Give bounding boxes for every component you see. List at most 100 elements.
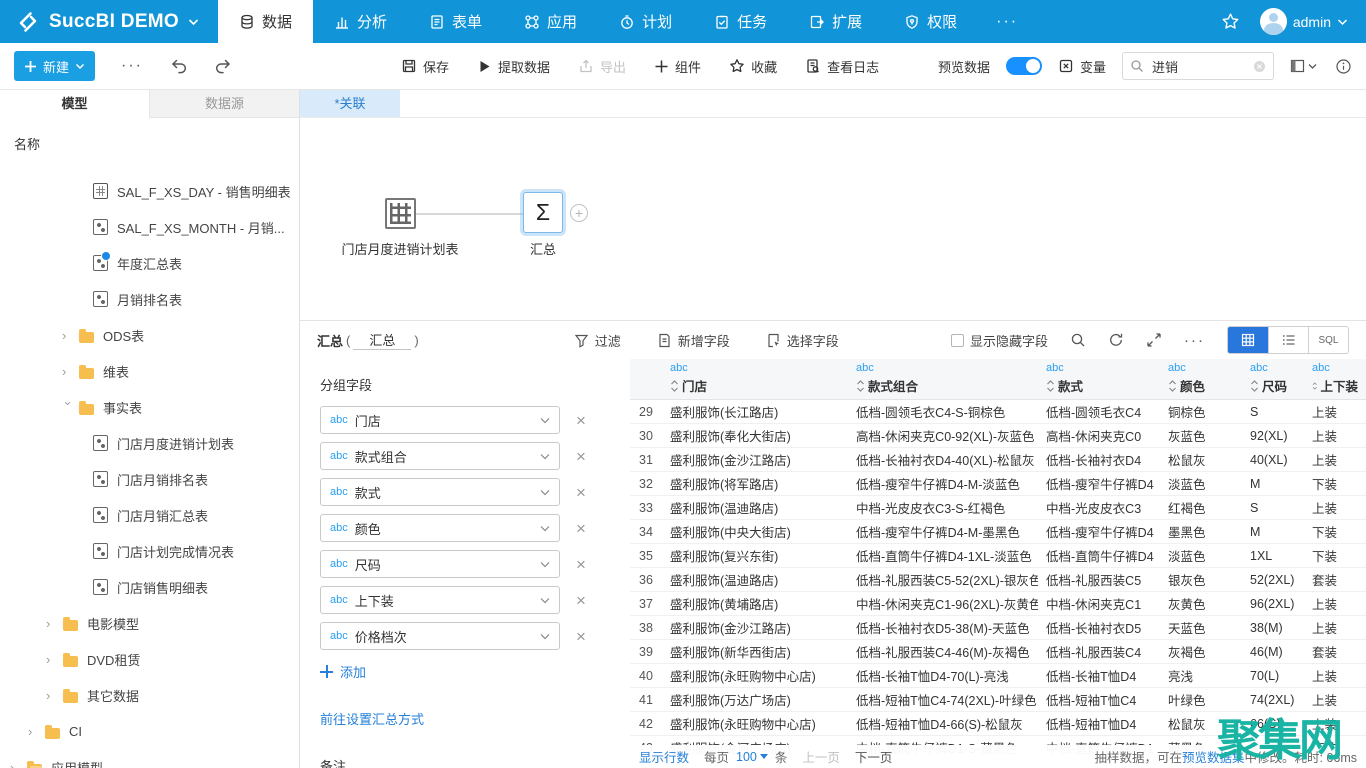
nav-tab-data[interactable]: 数据 bbox=[218, 0, 313, 43]
tab-relation[interactable]: *关联 bbox=[300, 90, 400, 117]
component-button[interactable]: 组件 bbox=[654, 57, 701, 76]
select-field-button[interactable]: 选择字段 bbox=[766, 331, 839, 350]
tree-item-label: DVD租赁 bbox=[87, 650, 140, 669]
model-canvas[interactable]: Σ + 门店月度进销计划表 汇总 bbox=[300, 118, 1366, 319]
tree-item[interactable]: › 门店月销排名表 bbox=[0, 461, 299, 497]
cell-store: 盛利服饰(永旺购物中心店) bbox=[662, 664, 848, 688]
remove-field-icon[interactable]: × bbox=[576, 592, 586, 609]
tree-item[interactable]: › SAL_F_XS_MONTH - 月销... bbox=[0, 209, 299, 245]
column-type-label: abc bbox=[1312, 362, 1358, 374]
tree-item[interactable]: › 电影模型 bbox=[0, 605, 299, 641]
goto-aggregation-link[interactable]: 前往设置汇总方式 bbox=[320, 709, 630, 728]
export-button[interactable]: 导出 bbox=[578, 57, 626, 76]
panel-more-button[interactable]: ··· bbox=[1184, 332, 1205, 349]
sql-view-button[interactable]: SQL bbox=[1308, 327, 1348, 353]
nav-tab-permission[interactable]: 权限 bbox=[883, 0, 978, 43]
next-page-button[interactable]: 下一页 bbox=[855, 747, 893, 766]
save-button[interactable]: 保存 bbox=[401, 57, 449, 76]
column-header[interactable]: abc 颜色 bbox=[1160, 359, 1242, 400]
cell-color: 灰蓝色 bbox=[1160, 424, 1242, 448]
tree-item[interactable]: › 其它数据 bbox=[0, 677, 299, 713]
field-dropdown[interactable]: abc 款式组合 bbox=[320, 442, 560, 470]
nav-tab-apps[interactable]: 应用 bbox=[503, 0, 598, 43]
extract-data-button[interactable]: 提取数据 bbox=[477, 57, 550, 76]
field-dropdown[interactable]: abc 尺码 bbox=[320, 550, 560, 578]
variable-button[interactable]: 变量 bbox=[1058, 57, 1106, 76]
brand[interactable]: SuccBI DEMO bbox=[0, 0, 218, 43]
summary-node[interactable]: Σ bbox=[523, 192, 563, 233]
new-button[interactable]: 新建 bbox=[14, 51, 95, 81]
search-fields-button[interactable] bbox=[1070, 332, 1086, 348]
tree-item[interactable]: › 门店月销汇总表 bbox=[0, 497, 299, 533]
tree-item[interactable]: › 事实表 bbox=[0, 389, 299, 425]
nav-tab-plan[interactable]: 计划 bbox=[598, 0, 693, 43]
summary-name-input[interactable] bbox=[353, 331, 411, 350]
tree-item[interactable]: › SAL_F_XS_DAY - 销售明细表 bbox=[0, 173, 299, 209]
field-dropdown[interactable]: abc 价格档次 bbox=[320, 622, 560, 650]
tree-item[interactable]: › 月销排名表 bbox=[0, 281, 299, 317]
remove-field-icon[interactable]: × bbox=[576, 412, 586, 429]
tab-datasource[interactable]: 数据源 bbox=[149, 90, 299, 118]
tree-item[interactable]: › 门店销售明细表 bbox=[0, 569, 299, 605]
favorite-button[interactable]: 收藏 bbox=[729, 57, 777, 76]
show-hidden-checkbox[interactable]: 显示隐藏字段 bbox=[951, 331, 1048, 350]
page-size-dropdown[interactable]: 100 bbox=[736, 750, 768, 764]
chevron-right-icon: › bbox=[46, 616, 62, 631]
remove-field-icon[interactable]: × bbox=[576, 628, 586, 645]
checkbox[interactable] bbox=[951, 334, 964, 347]
view-log-button[interactable]: 查看日志 bbox=[805, 57, 879, 76]
search-input[interactable] bbox=[1150, 58, 1240, 75]
table-node[interactable] bbox=[385, 198, 416, 229]
nav-tab-extension[interactable]: 扩展 bbox=[788, 0, 883, 43]
field-dropdown[interactable]: abc 门店 bbox=[320, 406, 560, 434]
tree-item[interactable]: › DVD租赁 bbox=[0, 641, 299, 677]
remove-field-icon[interactable]: × bbox=[576, 556, 586, 573]
show-row-count-link[interactable]: 显示行数 bbox=[639, 747, 689, 766]
refresh-button[interactable] bbox=[1108, 332, 1124, 348]
info-button[interactable] bbox=[1335, 58, 1352, 75]
grid-view-button[interactable] bbox=[1228, 327, 1268, 353]
layout-button[interactable] bbox=[1290, 58, 1317, 74]
column-header[interactable]: abc 尺码 bbox=[1242, 359, 1304, 400]
tree-item[interactable]: › 年度汇总表 bbox=[0, 245, 299, 281]
add-field-button[interactable]: 新增字段 bbox=[657, 331, 730, 350]
nav-tab-form[interactable]: 表单 bbox=[408, 0, 503, 43]
save-icon bbox=[401, 58, 417, 74]
field-dropdown[interactable]: abc 款式 bbox=[320, 478, 560, 506]
redo-button[interactable] bbox=[214, 57, 233, 75]
column-header[interactable]: abc 门店 bbox=[662, 359, 848, 400]
field-dropdown[interactable]: abc 颜色 bbox=[320, 514, 560, 542]
filter-button[interactable]: 过滤 bbox=[574, 331, 621, 350]
tree-item[interactable]: › 门店月度进销计划表 bbox=[0, 425, 299, 461]
list-view-button[interactable] bbox=[1268, 327, 1308, 353]
column-header[interactable]: abc 款式组合 bbox=[848, 359, 1038, 400]
panel-header-right: 显示隐藏字段 ··· bbox=[951, 326, 1349, 354]
nav-more-button[interactable]: ··· bbox=[978, 0, 1036, 43]
tree-item[interactable]: › ODS表 bbox=[0, 317, 299, 353]
grid-view-icon bbox=[1241, 333, 1255, 347]
remove-field-icon[interactable]: × bbox=[576, 448, 586, 465]
column-header[interactable]: abc 款式 bbox=[1038, 359, 1160, 400]
remove-field-icon[interactable]: × bbox=[576, 484, 586, 501]
add-group-field-button[interactable]: 添加 bbox=[320, 662, 390, 681]
preview-data-toggle[interactable] bbox=[1006, 57, 1042, 75]
prev-page-button[interactable]: 上一页 bbox=[802, 747, 840, 766]
expand-button[interactable] bbox=[1146, 332, 1162, 348]
more-actions-button[interactable]: ··· bbox=[121, 57, 143, 75]
tree-item[interactable]: › 门店计划完成情况表 bbox=[0, 533, 299, 569]
undo-button[interactable] bbox=[169, 57, 188, 75]
add-node-button[interactable]: + bbox=[570, 204, 588, 222]
tree-item[interactable]: › CI bbox=[0, 713, 299, 749]
clear-search-icon[interactable] bbox=[1253, 60, 1266, 73]
user-menu[interactable]: admin bbox=[1260, 8, 1348, 35]
nav-tab-analysis[interactable]: 分析 bbox=[313, 0, 408, 43]
column-header[interactable]: abc 上下装 bbox=[1304, 359, 1366, 400]
tree-item[interactable]: › 应用模型 bbox=[0, 749, 299, 768]
nav-tab-task[interactable]: 任务 bbox=[693, 0, 788, 43]
tree-item[interactable]: › 维表 bbox=[0, 353, 299, 389]
star-icon[interactable] bbox=[1221, 12, 1240, 31]
field-dropdown[interactable]: abc 上下装 bbox=[320, 586, 560, 614]
remove-field-icon[interactable]: × bbox=[576, 520, 586, 537]
preview-dataset-link[interactable]: 预览数据集 bbox=[1182, 751, 1245, 765]
tab-model[interactable]: 模型 bbox=[0, 90, 149, 118]
